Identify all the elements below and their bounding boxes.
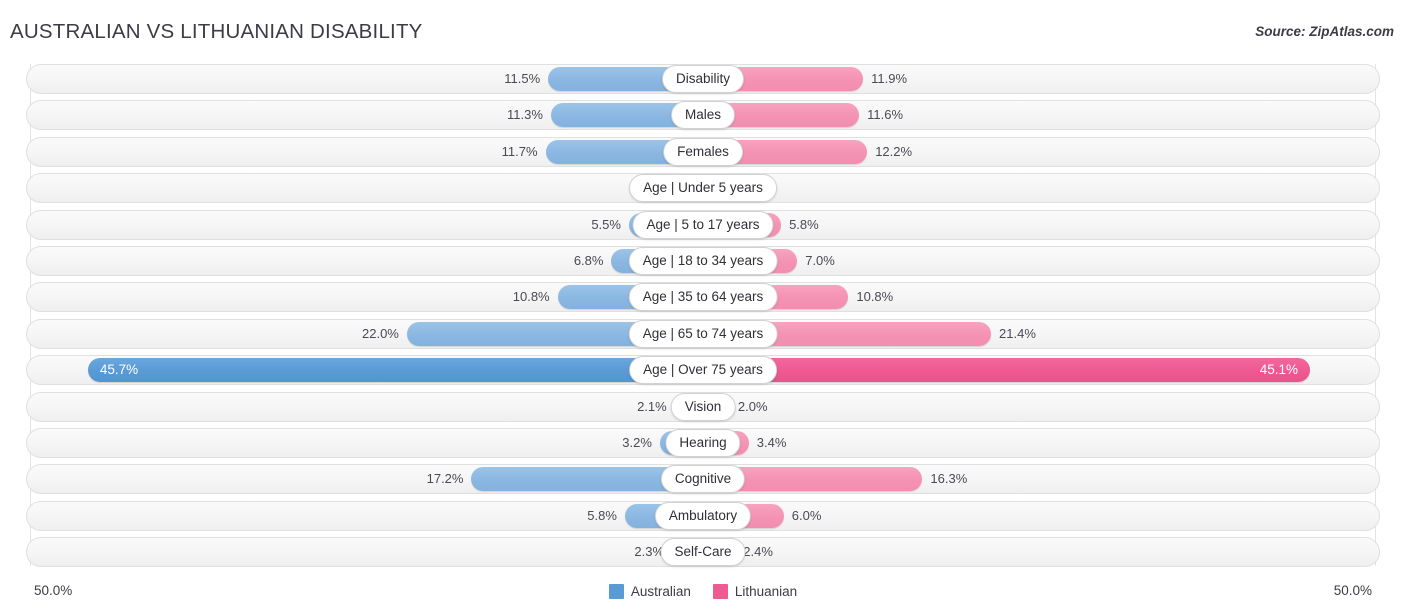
legend: Australian Lithuanian <box>0 580 1406 602</box>
category-label[interactable]: Age | Over 75 years <box>629 356 777 385</box>
chart-header: AUSTRALIAN VS LITHUANIAN DISABILITY Sour… <box>0 0 1406 60</box>
bar-rows: 11.5% 11.9% Disability 11.3% 11.6% Males 11.7%… <box>0 64 1406 573</box>
value-label-australian: 17.2% <box>426 471 464 487</box>
value-label-australian: 11.5% <box>504 71 541 86</box>
bar-row[interactable]: 1.4%1.6%Age | Under 5 years <box>0 173 1406 204</box>
bar-row[interactable]: 17.2% 16.3% Cognitive <box>0 464 1406 495</box>
plot-area: 11.5% 11.9% Disability 11.3% 11.6% Males 11.7%… <box>0 64 1406 572</box>
value-label-lithuanian: 2.4% <box>743 544 773 560</box>
category-label[interactable]: Age | 18 to 34 years <box>628 246 778 275</box>
category-label[interactable]: Disability <box>661 65 745 93</box>
page-title: AUSTRALIAN VS LITHUANIAN DISABILITY <box>10 20 423 43</box>
bar-row[interactable]: 5.5% 5.8% Age | 5 to 17 years <box>0 209 1406 240</box>
bar-row[interactable]: 3.2% 3.4% Hearing <box>0 427 1406 458</box>
value-label-lithuanian: 45.1% <box>1259 362 1299 378</box>
value-label-lithuanian: 21.4% <box>999 325 1036 341</box>
value-label-australian: 2.3% <box>634 544 665 560</box>
disability-comparison-chart: AUSTRALIAN VS LITHUANIAN DISABILITY Sour… <box>0 0 1406 612</box>
value-label-lithuanian: 6.0% <box>791 507 822 523</box>
value-label-australian: 5.8% <box>587 507 617 523</box>
legend-label-australian: Australian <box>630 583 691 599</box>
legend-item-australian[interactable]: Australian <box>608 583 691 599</box>
bar-australian[interactable] <box>87 358 703 383</box>
value-label-lithuanian: 12.2% <box>875 143 913 159</box>
source-attribution: Source: ZipAtlas.com <box>1255 24 1394 39</box>
value-label-australian: 5.5% <box>591 216 621 232</box>
bar-row[interactable]: 10.8% 10.8% Age | 35 to 64 years <box>0 282 1406 313</box>
bar-row[interactable]: 11.5% 11.9% Disability <box>0 64 1406 94</box>
value-label-australian: 10.8% <box>512 289 550 305</box>
value-label-lithuanian: 10.8% <box>856 289 894 305</box>
category-label[interactable]: Age | Under 5 years <box>629 174 777 203</box>
category-label[interactable]: Males <box>670 101 736 130</box>
bar-row[interactable]: 45.7% 45.1% Age | Over 75 years <box>0 355 1406 386</box>
bar-row[interactable]: 11.7% 12.2% Females <box>0 136 1406 167</box>
bar-row[interactable]: 6.8% 7.0% Age | 18 to 34 years <box>0 245 1406 276</box>
legend-label-lithuanian: Lithuanian <box>734 583 798 599</box>
bar-lithuanian[interactable] <box>703 358 1311 383</box>
category-label[interactable]: Hearing <box>665 428 741 457</box>
value-label-australian: 22.0% <box>362 325 399 341</box>
category-label[interactable]: Age | 5 to 17 years <box>632 210 774 239</box>
category-label[interactable]: Females <box>663 137 743 166</box>
bar-row[interactable]: 2.3% 2.4% Self-Care <box>0 537 1406 568</box>
bar-row[interactable]: 5.8% 6.0% Ambulatory <box>0 500 1406 531</box>
value-label-lithuanian: 5.8% <box>789 216 819 232</box>
value-label-lithuanian: 3.4% <box>756 434 787 450</box>
legend-item-lithuanian[interactable]: Lithuanian <box>712 583 798 599</box>
value-label-australian: 6.8% <box>573 252 604 268</box>
value-label-lithuanian: 11.9% <box>871 71 908 86</box>
legend-swatch-lithuanian <box>712 583 728 599</box>
bar-row[interactable]: 22.0% 21.4% Age | 65 to 74 years <box>0 318 1406 349</box>
category-label[interactable]: Age | 35 to 64 years <box>628 283 778 312</box>
value-label-lithuanian: 16.3% <box>930 471 968 487</box>
legend-swatch-australian <box>608 583 624 599</box>
chart-footer: 50.0% 50.0% Australian Lithuanian <box>0 580 1406 602</box>
category-label[interactable]: Self-Care <box>660 538 746 567</box>
value-label-australian: 2.1% <box>637 398 667 414</box>
bar-row[interactable]: 2.1% 2.0% Vision <box>0 391 1406 422</box>
value-label-lithuanian: 2.0% <box>737 398 768 414</box>
value-label-lithuanian: 7.0% <box>805 252 835 268</box>
value-label-lithuanian: 11.6% <box>867 107 904 123</box>
category-label[interactable]: Vision <box>670 392 736 421</box>
value-label-australian: 11.7% <box>501 143 538 159</box>
category-label[interactable]: Cognitive <box>660 465 746 494</box>
value-label-australian: 11.3% <box>506 107 543 123</box>
value-label-australian: 45.7% <box>99 362 139 378</box>
bar-row[interactable]: 11.3% 11.6% Males <box>0 100 1406 131</box>
category-label[interactable]: Age | 65 to 74 years <box>628 319 778 348</box>
category-label[interactable]: Ambulatory <box>654 501 752 530</box>
value-label-australian: 3.2% <box>622 434 652 450</box>
